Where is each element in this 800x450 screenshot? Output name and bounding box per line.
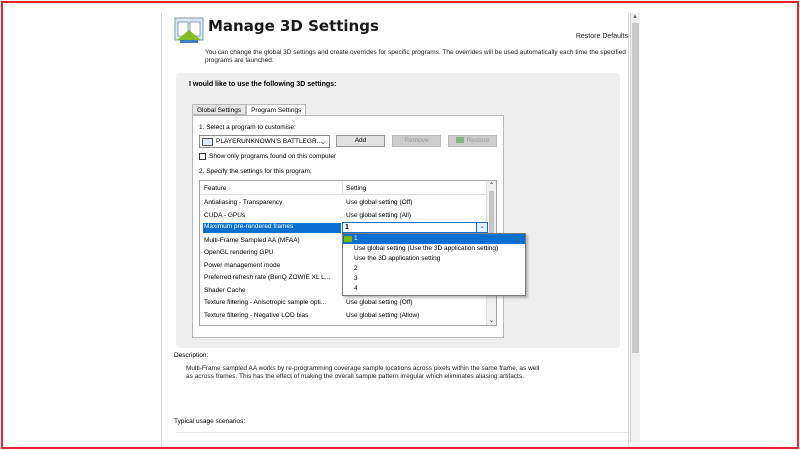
- feature-cell: OpenGL rendering GPU: [204, 249, 274, 256]
- nvidia-recommended-icon: [344, 236, 352, 242]
- add-button[interactable]: Add: [336, 135, 385, 147]
- dropdown-option[interactable]: Use global setting (Use the 3D applicati…: [343, 244, 525, 254]
- usage-scenarios-label: Typical usage scenarios:: [174, 418, 246, 425]
- setting-column-header[interactable]: Setting: [346, 185, 366, 192]
- nvidia-logo-icon: [455, 137, 464, 144]
- restore-button-label: Restore: [466, 137, 490, 144]
- option-label: 2: [354, 265, 358, 272]
- page-header: Manage 3D Settings Restore Defaults: [163, 14, 629, 44]
- dropdown-option[interactable]: 4: [343, 284, 525, 294]
- divider: [176, 432, 630, 433]
- feature-column-header[interactable]: Feature: [204, 185, 226, 192]
- chevron-down-icon[interactable]: ⌄: [476, 223, 487, 232]
- feature-cell: Antialiasing - Transparency: [204, 199, 283, 206]
- feature-cell: Texture filtering - Anisotropic sample o…: [204, 299, 327, 306]
- program-select[interactable]: PLAYERUNKNOWN'S BATTLEGR... ⌄: [199, 135, 330, 148]
- option-label: 1: [354, 235, 358, 242]
- setting-cell: Use global setting (Off): [346, 299, 413, 306]
- dropdown-option[interactable]: 2: [343, 264, 525, 274]
- chevron-down-icon[interactable]: ⌄: [489, 317, 494, 324]
- frames-dropdown-list: 1 Use global setting (Use the 3D applica…: [342, 233, 526, 296]
- 3d-settings-icon: [174, 17, 204, 43]
- column-separator[interactable]: [342, 181, 343, 195]
- chevron-up-icon[interactable]: ⌃: [489, 182, 494, 189]
- page-scrollbar[interactable]: ▲: [630, 13, 640, 443]
- show-only-label: Show only programs found on this compute…: [209, 153, 337, 160]
- show-only-checkbox-row[interactable]: Show only programs found on this compute…: [199, 153, 336, 160]
- page-title: Manage 3D Settings: [208, 17, 379, 35]
- option-label: 4: [354, 285, 358, 292]
- tab-global-settings[interactable]: Global Settings: [192, 104, 247, 115]
- restore-button[interactable]: Restore: [448, 135, 497, 147]
- dropdown-option[interactable]: Use the 3D application setting: [343, 254, 525, 264]
- feature-cell: Shader Cache: [204, 286, 246, 294]
- feature-cell: Maximum pre-rendered frames: [203, 223, 341, 233]
- feature-cell: Preferred refresh rate (BenQ ZOWIE XL L.…: [204, 274, 331, 281]
- description-label: Description:: [174, 352, 209, 359]
- show-only-checkbox[interactable]: [199, 153, 206, 160]
- feature-cell: Texture filtering - Negative LOD bias: [204, 311, 309, 319]
- description-text: Multi-Frame sampled AA works by re-progr…: [186, 365, 540, 380]
- max-prerendered-frames-combo[interactable]: 1 ⌄: [342, 222, 488, 233]
- combo-value: 1: [345, 224, 349, 231]
- setting-cell: Use global setting (Allow): [346, 311, 420, 319]
- table-row[interactable]: Texture filtering - Negative LOD bias Use…: [200, 310, 487, 323]
- settings-box-title: I would like to use the following 3D set…: [189, 81, 337, 88]
- remove-button[interactable]: Remove: [392, 135, 441, 147]
- page-scrollbar-thumb[interactable]: [632, 23, 639, 353]
- intro-text: You can change the global 3D settings an…: [205, 49, 626, 64]
- table-row[interactable]: Texture filtering - Anisotropic sample o…: [200, 297, 487, 310]
- chevron-down-icon[interactable]: ⌄: [320, 138, 326, 146]
- scroll-up-icon[interactable]: ▲: [632, 14, 638, 20]
- setting-cell: Use global setting (Off): [346, 199, 413, 206]
- program-select-value: PLAYERUNKNOWN'S BATTLEGR...: [216, 138, 323, 145]
- restore-defaults-link[interactable]: Restore Defaults: [576, 33, 628, 40]
- settings-tabs: Global Settings Program Settings: [192, 104, 307, 116]
- option-label: 3: [354, 275, 358, 282]
- setting-cell: Use global setting (All): [346, 211, 412, 219]
- grid-header: Feature Setting: [200, 181, 487, 195]
- dropdown-option[interactable]: 3: [343, 274, 525, 284]
- option-label: Use global setting (Use the 3D applicati…: [354, 245, 499, 252]
- specify-settings-label: 2. Specify the settings for this program…: [199, 168, 312, 175]
- select-program-label: 1. Select a program to customise:: [199, 124, 296, 131]
- feature-cell: Power management mode: [204, 261, 281, 269]
- option-label: Use the 3D application setting: [354, 255, 441, 262]
- feature-cell: Multi-Frame Sampled AA (MFAA): [204, 236, 300, 244]
- feature-cell: CUDA - GPUs: [204, 211, 246, 219]
- table-row[interactable]: CUDA - GPUs Use global setting (All): [200, 210, 487, 223]
- table-row[interactable]: Antialiasing - Transparency Use global se…: [200, 197, 487, 210]
- program-window-icon: [202, 137, 213, 146]
- dropdown-option[interactable]: 1: [343, 234, 525, 244]
